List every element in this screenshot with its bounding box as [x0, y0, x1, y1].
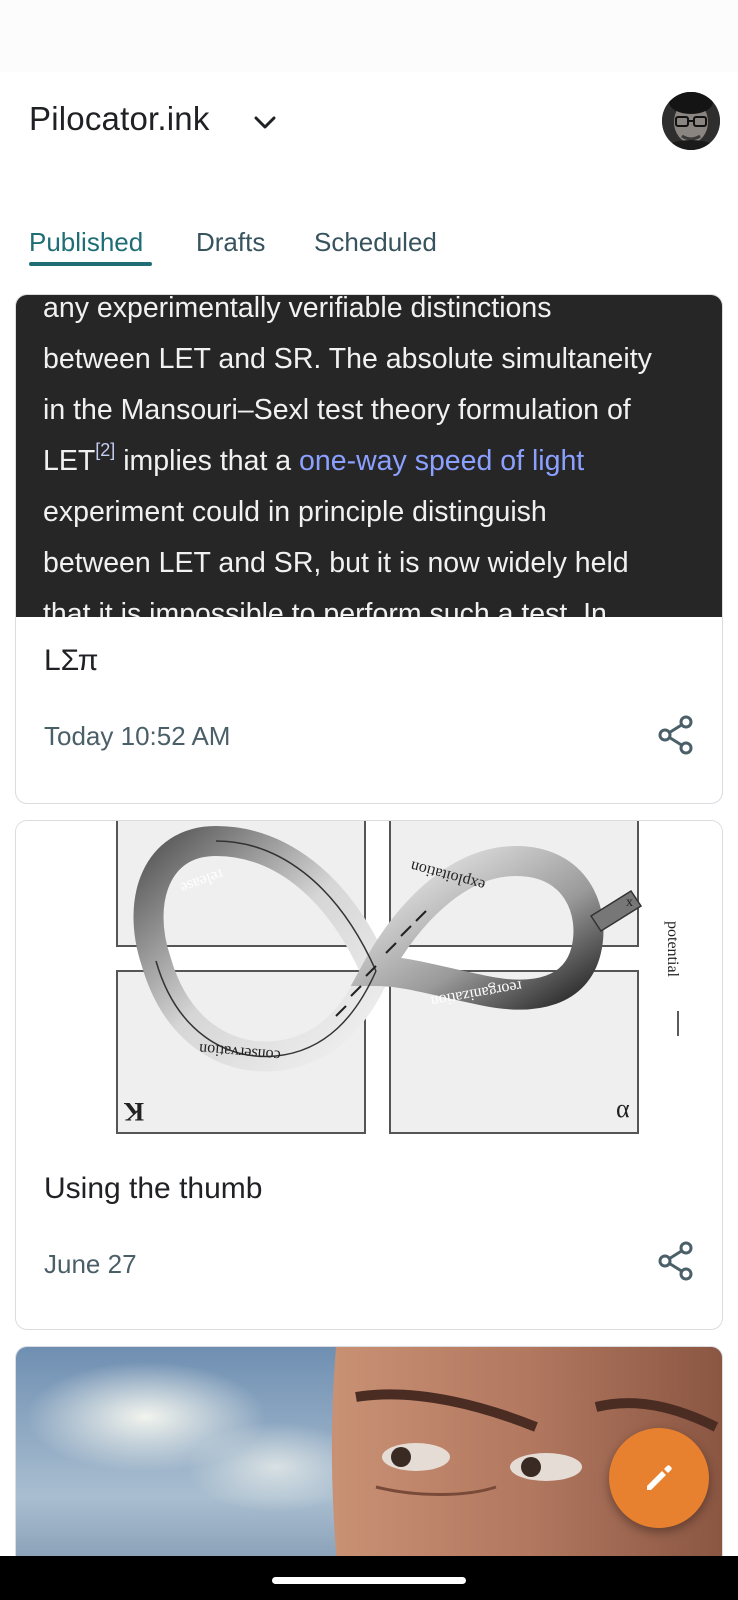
- post-card[interactable]: any experimentally verifiable distinctio…: [15, 294, 723, 804]
- diagram-label-x: x: [626, 895, 633, 910]
- blog-title[interactable]: Pilocator.ink: [29, 100, 210, 138]
- post-thumbnail: any experimentally verifiable distinctio…: [16, 295, 722, 617]
- tab-scheduled[interactable]: Scheduled: [314, 220, 437, 268]
- chevron-down-icon[interactable]: [250, 110, 280, 136]
- pencil-icon: [647, 1465, 672, 1490]
- thumbnail-text: any experimentally verifiable distinctio…: [43, 295, 652, 617]
- post-thumbnail: release exploitation reorganization cons…: [16, 821, 722, 1151]
- status-bar: [0, 0, 738, 72]
- diagram-label-alpha: α: [616, 1094, 630, 1123]
- diagram-label-potential: potential: [664, 921, 681, 978]
- avatar[interactable]: [662, 92, 720, 150]
- share-icon[interactable]: [657, 715, 695, 755]
- tab-published[interactable]: Published: [29, 220, 143, 268]
- tab-drafts[interactable]: Drafts: [196, 220, 265, 268]
- new-post-button[interactable]: [609, 1428, 709, 1528]
- post-title: Using the thumb: [44, 1172, 263, 1205]
- share-icon[interactable]: [657, 1241, 695, 1281]
- diagram-label-k: K: [123, 1097, 144, 1126]
- post-date: Today 10:52 AM: [44, 721, 231, 751]
- post-card[interactable]: release exploitation reorganization cons…: [15, 820, 723, 1330]
- home-gesture-handle[interactable]: [272, 1577, 466, 1584]
- post-title: LΣπ: [44, 644, 99, 677]
- post-date: June 27: [44, 1249, 137, 1279]
- tab-indicator: [29, 262, 152, 266]
